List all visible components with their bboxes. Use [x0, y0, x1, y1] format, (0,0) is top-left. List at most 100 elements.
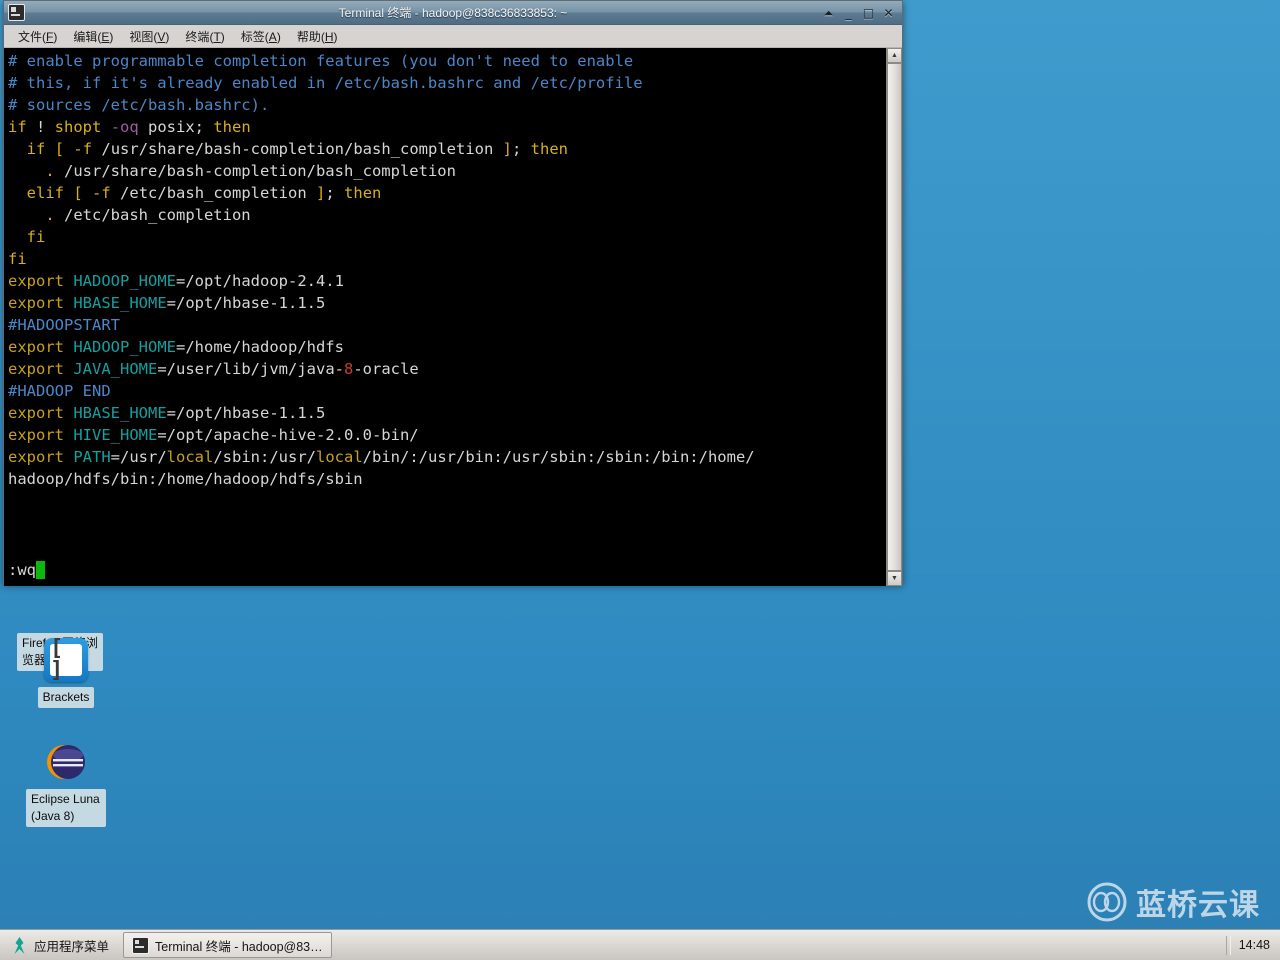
terminal-token: =/usr/ — [110, 448, 167, 466]
terminal-token: /usr/share/bash-completion/bash_completi… — [54, 162, 456, 180]
minimize-button[interactable]: _ — [842, 6, 855, 20]
terminal-token: export — [8, 426, 64, 444]
terminal-token: local — [316, 448, 363, 466]
scroll-down-arrow-icon[interactable]: ▼ — [887, 571, 902, 586]
brackets-icon: [ ] — [42, 636, 90, 684]
desktop-icon-brackets[interactable]: [ ] Brackets — [20, 636, 112, 708]
window-titlebar[interactable]: Terminal 终端 - hadoop@838c36833853: ~ ⏶ _… — [4, 1, 902, 25]
terminal-token: -oq — [110, 118, 139, 136]
xfce-mouse-icon — [14, 936, 25, 954]
terminal-window[interactable]: Terminal 终端 - hadoop@838c36833853: ~ ⏶ _… — [3, 0, 903, 586]
terminal-token: 8 — [343, 360, 354, 378]
terminal-screen[interactable]: # enable programmable completion feature… — [4, 48, 886, 586]
task-button-list[interactable]: Terminal 终端 - hadoop@83… — [123, 932, 332, 958]
terminal-token: export — [8, 360, 64, 378]
menu-file-mnemonic: F — [46, 29, 54, 44]
menu-edit[interactable]: 编辑(E) — [65, 26, 121, 47]
terminal-token: ] — [502, 140, 512, 158]
terminal-token: ; — [512, 140, 531, 158]
terminal-token: export — [8, 272, 64, 290]
terminal-token: shopt — [54, 118, 102, 136]
terminal-token: /etc/bash_completion — [110, 184, 317, 202]
application-menu-label: 应用程序菜单 — [34, 939, 110, 954]
terminal-token: -f — [92, 184, 111, 202]
terminal-token: export — [8, 294, 64, 312]
desktop-icon-eclipse[interactable]: Eclipse Luna (Java 8) — [20, 738, 112, 827]
scrollbar-thumb[interactable] — [887, 63, 902, 571]
menu-tabs[interactable]: 标签(A) — [233, 26, 289, 47]
terminal-command-line[interactable]: :wq — [8, 560, 45, 580]
menu-help-mnemonic: H — [324, 29, 334, 44]
firefox-icon — [36, 582, 84, 630]
terminal-token: HADOOP_HOME — [73, 272, 176, 290]
terminal-token: then — [344, 184, 382, 202]
terminal-token: #HADOOPSTART — [8, 316, 120, 334]
clock-label: 14:48 — [1238, 937, 1270, 952]
eclipse-icon — [42, 738, 90, 786]
terminal-token: fi — [8, 250, 27, 268]
clock[interactable]: 14:48 — [1226, 935, 1276, 955]
desktop-icon-label: Eclipse Luna (Java 8) — [26, 789, 106, 827]
terminal-token: HBASE_HOME — [73, 404, 167, 422]
terminal-command-text: :wq — [8, 561, 36, 579]
terminal-token: =/home/hadoop/hdfs — [176, 338, 344, 356]
terminal-token: ] — [316, 184, 326, 202]
terminal-token: if — [8, 118, 27, 136]
terminal-token: =/opt/apache-hive-2.0.0-bin/ — [157, 426, 419, 444]
menu-view-mnemonic: V — [157, 29, 166, 44]
menu-tabs-label: 标签 — [240, 29, 265, 44]
terminal-body[interactable]: # enable programmable completion feature… — [4, 48, 902, 586]
terminal-token: then — [530, 140, 568, 158]
terminal-token: [ — [54, 140, 65, 158]
menu-help[interactable]: 帮助(H) — [289, 26, 346, 47]
menu-help-label: 帮助 — [296, 29, 321, 44]
menu-edit-mnemonic: E — [101, 29, 110, 44]
application-menu-button[interactable]: 应用程序菜单 — [4, 933, 117, 958]
window-controls[interactable]: ⏶ _ □ ✕ — [822, 6, 902, 20]
terminal-token: HIVE_HOME — [73, 426, 158, 444]
scrollbar-track[interactable] — [887, 63, 902, 571]
taskbar[interactable]: 应用程序菜单 Terminal 终端 - hadoop@83… 14:48 — [0, 929, 1280, 960]
close-button[interactable]: ✕ — [882, 6, 895, 20]
terminal-token: [ — [73, 184, 83, 202]
terminal-token: -oracle — [353, 360, 419, 378]
task-button-label: Terminal 终端 - hadoop@83… — [155, 939, 323, 954]
brackets-icon-glyph: [ ] — [50, 638, 82, 682]
menu-terminal[interactable]: 终端(T) — [177, 26, 232, 47]
task-button-terminal[interactable]: Terminal 终端 - hadoop@83… — [123, 932, 332, 958]
desktop[interactable]: Firefox 网络浏览器 [ ] Brackets Eclipse Luna … — [0, 0, 1280, 960]
menu-view[interactable]: 视图(V) — [121, 26, 177, 47]
shade-button[interactable]: ⏶ — [822, 6, 835, 20]
terminal-token: /sbin:/usr/ — [213, 448, 316, 466]
terminal-token: /bin/:/usr/bin:/usr/sbin:/sbin:/bin:/hom… — [362, 448, 755, 466]
terminal-token: ; — [325, 184, 345, 202]
maximize-button[interactable]: □ — [862, 6, 875, 20]
terminal-token: if — [26, 140, 46, 158]
terminal-token: HADOOP_HOME — [73, 338, 176, 356]
block-cursor — [36, 561, 45, 579]
terminal-token: =/opt/hbase-1.1.5 — [166, 404, 326, 422]
menu-terminal-mnemonic: T — [213, 29, 221, 44]
terminal-token: ! — [26, 118, 55, 136]
terminal-token: /usr/share/bash-completion/bash_completi… — [92, 140, 503, 158]
menubar[interactable]: 文件(F) 编辑(E) 视图(V) 终端(T) 标签(A) 帮助(H) — [4, 25, 902, 48]
terminal-scrollbar[interactable]: ▲ ▼ — [886, 48, 902, 586]
menu-file[interactable]: 文件(F) — [10, 26, 65, 47]
terminal-token: # sources /etc/bash.bashrc). — [8, 96, 270, 114]
terminal-token: hadoop/hdfs/bin:/home/hadoop/hdfs/sbin — [8, 470, 363, 488]
menu-view-label: 视图 — [129, 29, 154, 44]
terminal-token: fi — [26, 228, 46, 246]
terminal-token: PATH — [73, 448, 111, 466]
scroll-up-arrow-icon[interactable]: ▲ — [887, 48, 902, 63]
lanqiao-logo-icon — [1087, 882, 1127, 922]
